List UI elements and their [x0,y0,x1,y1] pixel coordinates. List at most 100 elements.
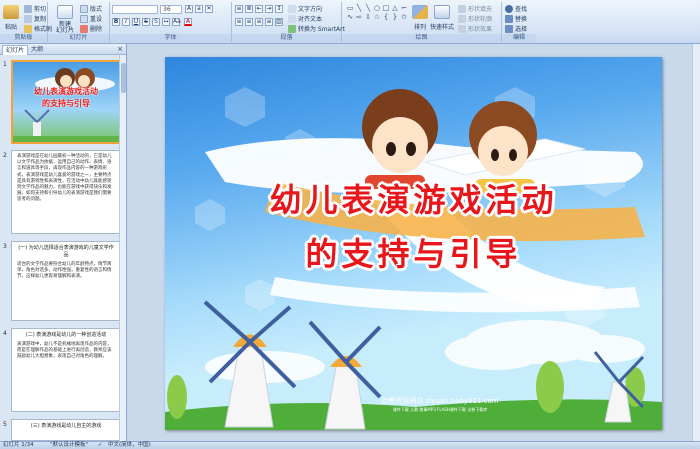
line-shape-icon[interactable]: ╲ [355,4,363,12]
slide-number: 1 [3,61,7,68]
increase-indent-icon[interactable]: ⇥ [265,5,273,13]
slide-number: 5 [3,421,7,428]
panel-scrollbar[interactable] [119,55,126,441]
arrow-down-shape-icon[interactable]: ⇩ [364,13,372,21]
numbering-icon[interactable]: ≣ [245,5,253,13]
arrow-right-shape-icon[interactable]: ⇨ [355,13,363,21]
credit-sub: 课件下载 儿歌 故事MP3 FLASH课件下载 试卷下载库 [392,407,488,412]
drawing-group-label: 绘图 [342,34,501,42]
char-spacing-icon[interactable]: ↔ [162,18,170,26]
copy-button[interactable]: 复制 [24,14,46,23]
columns-icon[interactable]: ▥ [275,18,283,26]
align-text-icon [288,14,296,23]
smartart-button[interactable]: 转换为 SmartArt [288,24,345,33]
slide-number: 3 [3,243,7,250]
slide-thumbnail-4[interactable]: (二) 表演游戏是幼儿的一种创造活动 表演游戏中，幼儿不是机械地再现作品的内容，… [11,328,121,412]
star2-shape-icon[interactable]: ✩ [400,13,408,21]
line-spacing-icon[interactable]: ↕ [275,5,283,13]
font-name-combo[interactable] [112,5,158,14]
grow-font-icon[interactable]: A [185,5,193,13]
bold-icon[interactable]: B [112,18,120,26]
clear-format-icon[interactable]: ✕ [205,5,213,13]
change-case-icon[interactable]: Aa [172,18,181,26]
slide-thumbnail-2[interactable]: 表演游戏是在幼儿园最初一种活动的，它是幼儿以文学作品为依据，运用自己的动作、表情… [11,150,121,234]
align-text-button[interactable]: 对齐文本 [288,14,322,23]
arrange-icon [412,5,428,19]
slide-count: 幻灯片 1/34 [3,442,34,448]
thumbnail-heading: (二) 表演游戏是幼儿的一种创造活动 [25,332,107,338]
shadow-text-icon[interactable]: S [152,18,160,26]
tab-outline[interactable]: 大纲 [28,45,46,55]
slides-group-label: 幻灯片 [48,34,109,42]
italic-icon[interactable]: I [122,18,130,26]
paste-icon [3,5,19,19]
slide-title-line1[interactable]: 幼儿表演游戏活动 [165,175,662,221]
language[interactable]: 中文(简体，中国) [108,442,151,449]
select-button[interactable]: 选择 [505,24,527,33]
brace2-shape-icon[interactable]: } [391,13,399,21]
reset-button[interactable]: 重设 [80,14,102,23]
new-slide-button[interactable]: 新建 幻灯片 [54,5,76,34]
font-size-combo[interactable]: 36 [160,5,182,14]
line2-shape-icon[interactable]: ╲ [364,4,372,12]
align-center-icon[interactable]: ≡ [245,18,253,26]
bullets-icon[interactable]: ≡ [235,5,243,13]
ribbon: 粘贴 剪切 复制 格式刷 剪贴板 新建 幻灯片 版式 重设 删除 幻灯片 36 … [0,0,700,44]
shape-outline-button[interactable]: 形状轮廓 [458,14,492,23]
slide-number: 2 [3,152,7,159]
tab-slides[interactable]: 幻灯片 [2,45,29,55]
shape-fill-button[interactable]: 形状填充 [458,4,492,13]
thumbnail-title-line2: 的支持与引导 [42,99,90,108]
slide-title-line2[interactable]: 的支持与引导 [165,229,662,275]
find-button[interactable]: 查找 [505,4,527,13]
arrange-button[interactable]: 排列 [412,5,428,31]
thumbnail-heading: (一) 为幼儿选择适合表演游戏的儿童文学作品 [18,245,114,258]
replace-button[interactable]: 替换 [505,14,527,23]
replace-icon [505,14,513,23]
clipboard-group-label: 剪贴板 [0,34,47,42]
bracket-shape-icon[interactable]: ⌐ [400,4,408,12]
font-color-icon[interactable]: A [184,18,192,26]
slide-thumbnail-3[interactable]: (一) 为幼儿选择适合表演游戏的儿童文学作品 适合的文学作品要符合幼儿的年龄特点… [11,241,121,321]
slides-panel: 幻灯片 大纲 × 1 幼儿表演游戏活动 的支持与引导 2 表演游戏是在幼儿园最初… [0,44,127,441]
font-group: 36 A a ✕ B I U S S ↔ Aa A 字体 [110,2,232,42]
paste-button[interactable]: 粘贴 [3,5,19,31]
oval-shape-icon[interactable]: ○ [373,4,381,12]
slide-thumbnail-5[interactable]: (三) 表演游戏是幼儿自主的游戏 [11,419,121,441]
spellcheck-icon[interactable]: ✓ [98,442,103,449]
quick-styles-button[interactable]: 快速样式 [430,5,454,31]
align-left-icon[interactable]: ≡ [235,18,243,26]
cut-button[interactable]: 剪切 [24,4,46,13]
star-shape-icon[interactable]: ☆ [373,13,381,21]
status-bar: 幻灯片 1/34 "默认设计模板" ✓ 中文(简体，中国) [0,441,700,449]
shrink-font-icon[interactable]: a [195,5,203,13]
delete-slide-button[interactable]: 删除 [80,24,102,33]
thumbnail-heading: (三) 表演游戏是幼儿自主的游戏 [30,423,102,429]
drawing-group: ▭ ╲ ╲ ○ □ △ ⌐ ∿ ⇨ ⇩ ☆ { } ✩ 排列 快速样式 形状填充… [342,2,502,42]
main-slide[interactable]: 幼儿表演游戏活动 的支持与引导 幼教资源网站 ziyuan.baby611.co… [165,57,662,430]
brace-shape-icon[interactable]: { [382,13,390,21]
scroll-thumb[interactable] [121,63,126,93]
thumbnail-text: 适合的文学作品要符合幼儿的年龄特点，情节简单，角色对话多，动作性强，重复性的语言… [17,262,112,280]
outline-icon [458,14,466,23]
square-shape-icon[interactable]: □ [382,4,390,12]
scissors-icon [24,4,32,13]
thumbnail-title-line1: 幼儿表演游戏活动 [34,87,98,96]
paragraph-group-label: 段落 [232,34,341,42]
justify-icon[interactable]: ≡ [265,18,273,26]
layout-button[interactable]: 版式 [80,4,102,13]
shape-effects-button[interactable]: 形状效果 [458,24,492,33]
align-right-icon[interactable]: ≡ [255,18,263,26]
decrease-indent-icon[interactable]: ⇤ [255,5,263,13]
triangle-shape-icon[interactable]: △ [391,4,399,12]
slide-thumbnail-1[interactable]: 幼儿表演游戏活动 的支持与引导 [11,60,121,144]
text-direction-button[interactable]: 文字方向 [288,4,322,13]
curve-shape-icon[interactable]: ∿ [346,13,354,21]
close-icon[interactable]: × [117,45,123,53]
strikethrough-icon[interactable]: S [142,18,150,26]
editor-scrollbar[interactable] [692,44,700,441]
paragraph-group: ≡ ≣ ⇤ ⇥ ↕ ≡ ≡ ≡ ≡ ▥ 文字方向 对齐文本 转换为 SmartA… [232,2,345,42]
underline-icon[interactable]: U [132,18,140,26]
editing-group: 查找 替换 选择 编辑 [502,2,536,42]
rectangle-shape-icon[interactable]: ▭ [346,4,354,12]
